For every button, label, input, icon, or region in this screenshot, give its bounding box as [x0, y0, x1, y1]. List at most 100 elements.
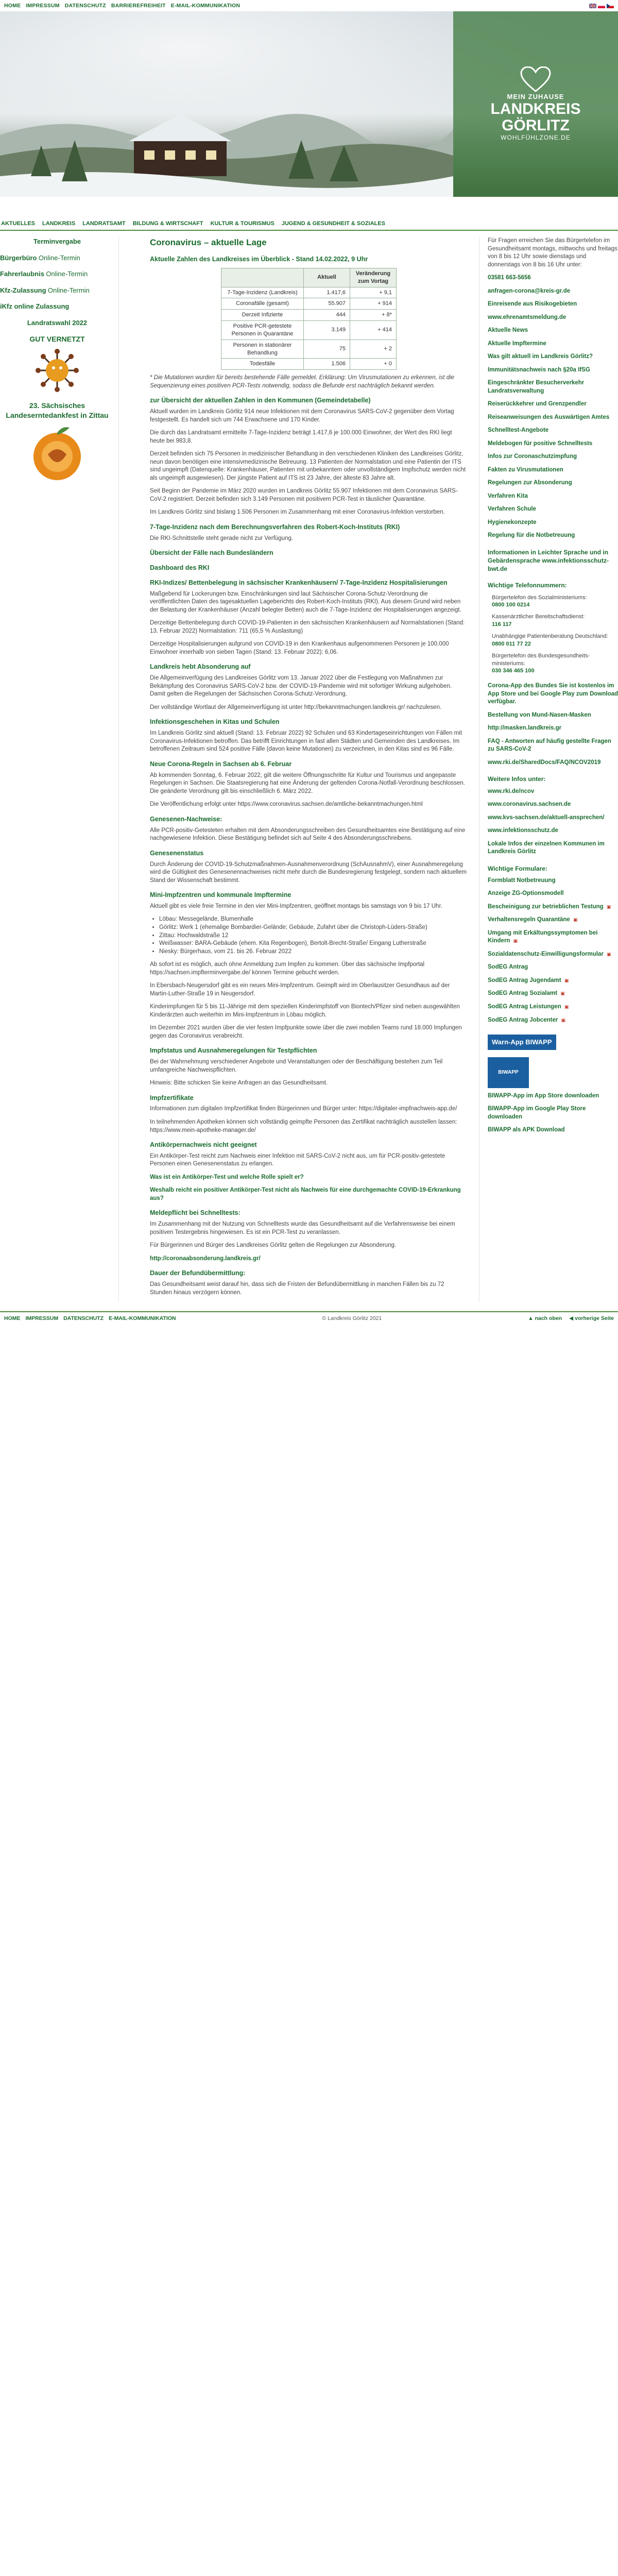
- topnav-datenschutz[interactable]: DATENSCHUTZ: [65, 2, 106, 9]
- form-link[interactable]: SodEG Antrag Jobcenter ▣: [488, 1016, 618, 1025]
- form-link[interactable]: Formblatt Notbetreuung: [488, 877, 618, 885]
- antikoerper-faq-link-1[interactable]: Was ist ein Antikörper-Test und welche R…: [150, 1174, 468, 1182]
- sidebar-link[interactable]: Immunitätsnachweis nach §20a IfSG: [488, 366, 618, 375]
- kfz-suffix[interactable]: Online-Termin: [48, 286, 90, 294]
- bundeslaender-link[interactable]: Übersicht der Fälle nach Bundesländern: [150, 549, 468, 557]
- termin-title: Terminvergabe: [33, 238, 81, 245]
- flag-pl-icon[interactable]: [598, 3, 605, 8]
- bekanntmachungen-link[interactable]: Die Veröffentlichung erfolgt unter https…: [150, 801, 468, 809]
- sidebar-link[interactable]: Was gilt aktuell im Landkreis Görlitz?: [488, 353, 618, 361]
- form-link[interactable]: Sozialdatenschutz-Einwilligungsformular …: [488, 951, 618, 959]
- hotline-number[interactable]: 0800 100 0214: [492, 602, 529, 608]
- biwapp-appstore-link[interactable]: BIWAPP-App im App Store downloaden: [488, 1092, 618, 1100]
- hotline-list: Bürgertelefon des Sozialministeriums: 080…: [488, 594, 618, 675]
- nav-bildung[interactable]: BILDUNG & WIRTSCHAFT: [133, 220, 203, 228]
- kfz-link[interactable]: Kfz-Zulassung: [0, 286, 46, 294]
- ikfz-link[interactable]: iKfz online Zulassung: [0, 302, 69, 310]
- table-cell-value: 1.506: [303, 358, 350, 370]
- nav-jugend[interactable]: JUGEND & GESUNDHEIT & SOZIALES: [282, 220, 385, 228]
- sidebar-link[interactable]: Regelungen zur Absonderung: [488, 479, 618, 487]
- nav-landkreis[interactable]: LANDKREIS: [42, 220, 75, 228]
- antikoerper-faq-link-2[interactable]: Weshalb reicht ein positiver Antikörper-…: [150, 1187, 468, 1202]
- topnav-home[interactable]: HOME: [4, 2, 21, 9]
- sidebar-link[interactable]: www.ehrenamtsmeldung.de: [488, 314, 618, 322]
- form-link[interactable]: SodEG Antrag Sozialamt ▣: [488, 990, 618, 998]
- genesenen-nachweise-text: Alle PCR-positiv-Getesteten erhalten mit…: [150, 827, 466, 842]
- biwapp-apk-link[interactable]: BIWAPP als APK Download: [488, 1126, 618, 1134]
- absonderung-link[interactable]: http://coronaabsonderung.landkreis.gr/: [150, 1255, 468, 1263]
- table-header-row: Aktuell Veränderung zum Vortag: [221, 267, 397, 287]
- info-link[interactable]: www.coronavirus.sachsen.de: [488, 801, 618, 809]
- form-link[interactable]: Verhaltensregeln Quarantäne ▣: [488, 916, 618, 924]
- sidebar-link[interactable]: Meldebogen für positive Schnelltests: [488, 440, 618, 448]
- table-cell-value: 55.907: [303, 298, 350, 310]
- sidebar-link[interactable]: Eingeschränkter Besucherverkehr Landrats…: [488, 379, 618, 395]
- rki-dashboard-link[interactable]: Dashboard des RKI: [150, 564, 468, 572]
- info-link[interactable]: www.kvs-sachsen.de/aktuell-ansprechen/: [488, 814, 618, 822]
- impfzertifikate-heading: Impfzertifikate: [150, 1094, 194, 1101]
- header-banner: MEIN ZUHAUSE LANDKREIS GÖRLITZ WOHLFÜHLZ…: [0, 11, 618, 197]
- sidebar-link[interactable]: Einreisende aus Risikogebieten: [488, 300, 618, 309]
- nav-kultur[interactable]: KULTUR & TOURISMUS: [211, 220, 274, 228]
- flag-cz-icon[interactable]: [607, 3, 614, 8]
- nav-landratsamt[interactable]: LANDRATSAMT: [82, 220, 126, 228]
- form-link[interactable]: Anzeige ZG-Optionsmodell: [488, 890, 618, 898]
- leichte-sprache-link[interactable]: Informationen in Leichter Sprache und in…: [488, 548, 618, 573]
- sidebar-link[interactable]: Reiseanweisungen des Auswärtigen Amtes: [488, 414, 618, 422]
- topnav-impressum[interactable]: IMPRESSUM: [26, 2, 59, 9]
- sidebar-link[interactable]: Schnelltest-Angebote: [488, 427, 618, 435]
- biwapp-logo-icon[interactable]: BIWAPP: [488, 1057, 529, 1088]
- corona-app-link[interactable]: Corona-App des Bundes Sie ist kostenlos …: [488, 682, 618, 706]
- hotline-phone[interactable]: 03581 663-5656: [488, 274, 618, 282]
- biwapp-googleplay-link[interactable]: BIWAPP-App im Google Play Store download…: [488, 1105, 618, 1121]
- sidebar-link[interactable]: Regelung für die Notbetreuung: [488, 532, 618, 540]
- form-link[interactable]: Bescheinigung zur betrieblichen Testung …: [488, 903, 618, 911]
- form-link[interactable]: SodEG Antrag Jugendamt ▣: [488, 977, 618, 985]
- fahrerlaubnis-link[interactable]: Fahrerlaubnis: [0, 270, 44, 278]
- table-cell-change: + 9,1: [350, 286, 397, 299]
- fahrerlaubnis-suffix[interactable]: Online-Termin: [46, 270, 88, 278]
- brand-logo[interactable]: MEIN ZUHAUSE LANDKREIS GÖRLITZ WOHLFÜHLZ…: [453, 11, 618, 197]
- footer-email[interactable]: E-MAIL-KOMMUNIKATION: [109, 1315, 176, 1322]
- sidebar-link[interactable]: Reiserückkehrer und Grenzpendler: [488, 400, 618, 409]
- form-link[interactable]: SodEG Antrag Leistungen ▣: [488, 1003, 618, 1011]
- footer-datenschutz[interactable]: DATENSCHUTZ: [63, 1315, 104, 1322]
- sidebar-link[interactable]: Verfahren Schule: [488, 505, 618, 514]
- masken-link[interactable]: http://masken.landkreis.gr: [488, 724, 618, 733]
- landeserntedankfest-title[interactable]: 23. Sächsisches Landeserntedankfest in Z…: [0, 401, 114, 420]
- erntedankfest-logo-icon[interactable]: [26, 423, 88, 485]
- allgemeinverfuegung-link[interactable]: Der vollständige Wortlaut der Allgemeinv…: [150, 704, 468, 712]
- hotline-email-link[interactable]: anfragen-corona@kreis-gr.de: [488, 287, 618, 296]
- previous-page-link[interactable]: ◀ vorherige Seite: [569, 1315, 614, 1322]
- landratswahl-link[interactable]: Landratswahl 2022: [27, 319, 87, 327]
- buergerbuero-suffix[interactable]: Online-Termin: [39, 254, 80, 262]
- virus-icon[interactable]: [34, 347, 80, 394]
- sidebar-link[interactable]: Aktuelle News: [488, 327, 618, 335]
- sidebar-link[interactable]: Aktuelle Impftermine: [488, 340, 618, 348]
- buergerbuero-link[interactable]: Bürgerbüro: [0, 254, 37, 262]
- sidebar-link[interactable]: Hygienekonzepte: [488, 519, 618, 527]
- hotline-number[interactable]: 030 346 465 100: [492, 668, 535, 674]
- info-link[interactable]: www.rki.de/ncov: [488, 788, 618, 796]
- gut-vernetzt-title[interactable]: GUT VERNETZT: [0, 334, 114, 344]
- sidebar-link[interactable]: Verfahren Kita: [488, 493, 618, 501]
- table-row: Coronafälle (gesamt) 55.907 + 914: [221, 298, 397, 310]
- hotline-number[interactable]: 0800 011 77 22: [492, 641, 531, 647]
- faq-link[interactable]: www.rki.de/SharedDocs/FAQ/NCOV2019: [488, 759, 618, 767]
- nav-aktuelles[interactable]: AKTUELLES: [1, 220, 35, 228]
- gemeindetabelle-link[interactable]: zur Übersicht der aktuellen Zahlen in de…: [150, 396, 468, 405]
- footer-impressum[interactable]: IMPRESSUM: [26, 1315, 59, 1322]
- form-link[interactable]: Umgang mit Erkältungssymptomen bei Kinde…: [488, 929, 618, 945]
- flag-en-icon[interactable]: [589, 3, 596, 8]
- hotline-number[interactable]: 116 117: [492, 621, 512, 628]
- topnav-barrierefreiheit[interactable]: BARRIEREFREIHEIT: [111, 2, 166, 9]
- footer-home[interactable]: HOME: [4, 1315, 21, 1322]
- table-cell-label: Personen in stationärer Behandlung: [221, 339, 304, 359]
- topnav-email[interactable]: E-MAIL-KOMMUNIKATION: [171, 2, 240, 9]
- sidebar-link[interactable]: Infos zur Coronaschutzimpfung: [488, 453, 618, 461]
- back-to-top-link[interactable]: ▲ nach oben: [528, 1315, 562, 1322]
- lokale-infos-link[interactable]: Lokale Infos der einzelnen Kommunen im L…: [488, 840, 618, 856]
- form-link[interactable]: SodEG Antrag: [488, 963, 618, 972]
- sidebar-link[interactable]: Fakten zu Virusmutationen: [488, 466, 618, 474]
- info-link[interactable]: www.infektionsschutz.de: [488, 827, 618, 835]
